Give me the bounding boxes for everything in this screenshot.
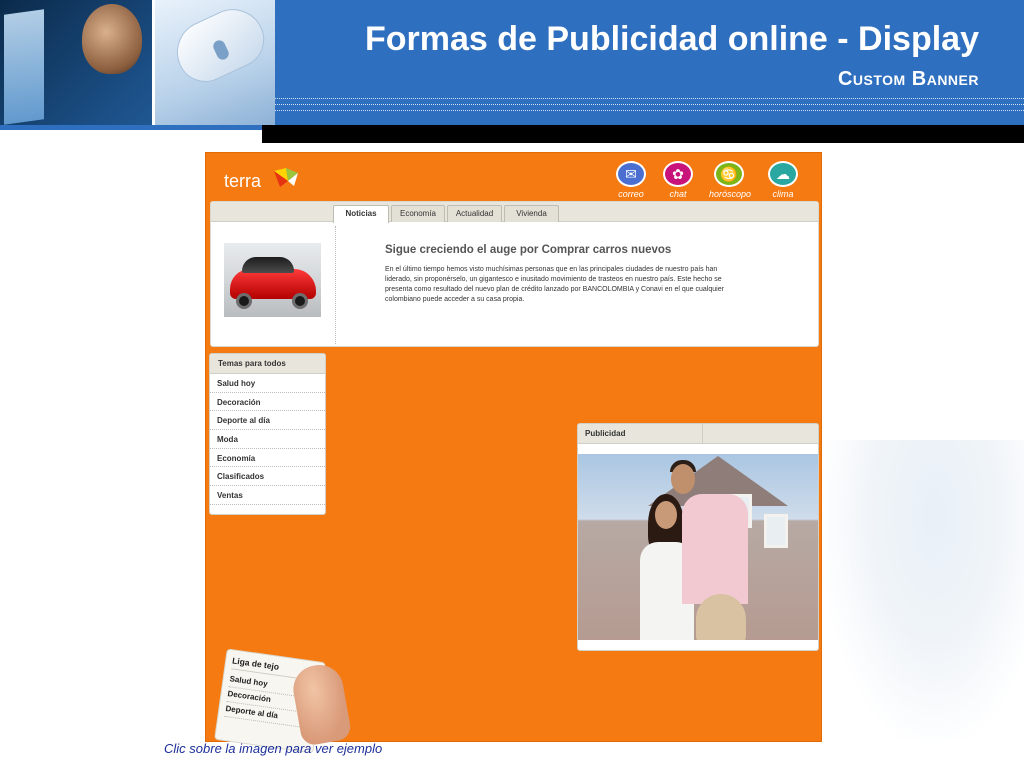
icon-label: clima	[772, 189, 794, 199]
weather-icon: ☁	[768, 161, 798, 187]
news-headline[interactable]: Sigue creciendo el auge por Comprar carr…	[385, 244, 805, 256]
car-wheel	[236, 293, 252, 309]
woman-face	[655, 501, 677, 529]
ad-header-label: Publicidad	[585, 429, 626, 438]
slide-header: Formas de Publicidad online - Display Cu…	[0, 0, 1024, 130]
topic-item[interactable]: Clasificados	[210, 467, 325, 487]
custom-banner-example[interactable]: terra ✉ correo ✿ chat ♋ horóscopo ☁ clim…	[205, 152, 822, 754]
icon-label: chat	[669, 189, 687, 199]
topic-item[interactable]: Salud hoy	[210, 374, 325, 393]
topics-header: Temas para todos	[210, 354, 325, 374]
red-car-photo[interactable]	[224, 243, 321, 317]
header-black-bar	[262, 125, 1024, 143]
news-panel: Noticias Economía Actualidad Vivienda Si…	[210, 201, 819, 347]
tab-economia[interactable]: Economía	[391, 205, 445, 222]
topic-item[interactable]: Economía	[210, 449, 325, 468]
chat-link[interactable]: ✿ chat	[658, 161, 698, 199]
topic-item[interactable]: Decoración	[210, 393, 325, 412]
car-windshield	[242, 257, 294, 273]
man-face	[671, 464, 695, 494]
horoscope-icon: ♋	[714, 161, 744, 187]
house-window	[764, 514, 788, 548]
correo-link[interactable]: ✉ correo	[611, 161, 651, 199]
header-dotted-line	[275, 104, 1024, 105]
ad-couple-photo[interactable]	[578, 454, 818, 640]
ad-header: Publicidad	[578, 424, 818, 444]
topics-box: Temas para todos Salud hoy Decoración De…	[209, 353, 326, 515]
envelope-icon: ✉	[616, 161, 646, 187]
tab-vivienda[interactable]: Vivienda	[504, 205, 559, 222]
topic-item[interactable]: Moda	[210, 430, 325, 449]
icon-label: correo	[618, 189, 644, 199]
news-divider	[335, 226, 336, 344]
tab-actualidad[interactable]: Actualidad	[447, 205, 502, 222]
background-faded-figure	[825, 440, 1024, 740]
header-photo	[0, 0, 275, 125]
icon-label: horóscopo	[709, 189, 752, 199]
topic-item[interactable]: Ventas	[210, 486, 325, 505]
man-pants	[696, 594, 746, 640]
clima-link[interactable]: ☁ clima	[763, 161, 803, 199]
computer-mouse-graphic	[152, 0, 275, 125]
news-body: En el último tiempo hemos visto muchísim…	[385, 266, 724, 303]
computer-screen-graphic	[4, 9, 44, 125]
slide-subtitle: Custom Banner	[837, 68, 979, 90]
car-wheel	[292, 293, 308, 309]
tab-noticias[interactable]: Noticias	[333, 205, 389, 223]
header-dotted-line	[275, 110, 1024, 111]
terra-logo: terra	[224, 171, 262, 191]
chat-icon: ✿	[663, 161, 693, 187]
news-tabbar: Noticias Economía Actualidad Vivienda	[211, 202, 818, 223]
topic-item[interactable]: Deporte al día	[210, 411, 325, 431]
header-dotted-line	[275, 98, 1024, 99]
terra-logo-mark	[274, 168, 298, 187]
caption-link[interactable]: Clic sobre la imagen para ver ejemplo	[164, 741, 382, 756]
man-shirt	[682, 494, 748, 604]
ad-box: Publicidad	[577, 423, 819, 651]
slide-title: Formas de Publicidad online - Display	[364, 20, 979, 58]
person-at-computer-graphic	[82, 4, 142, 74]
ad-header-divider	[702, 424, 703, 444]
horoscopo-link[interactable]: ♋ horóscopo	[709, 161, 752, 199]
